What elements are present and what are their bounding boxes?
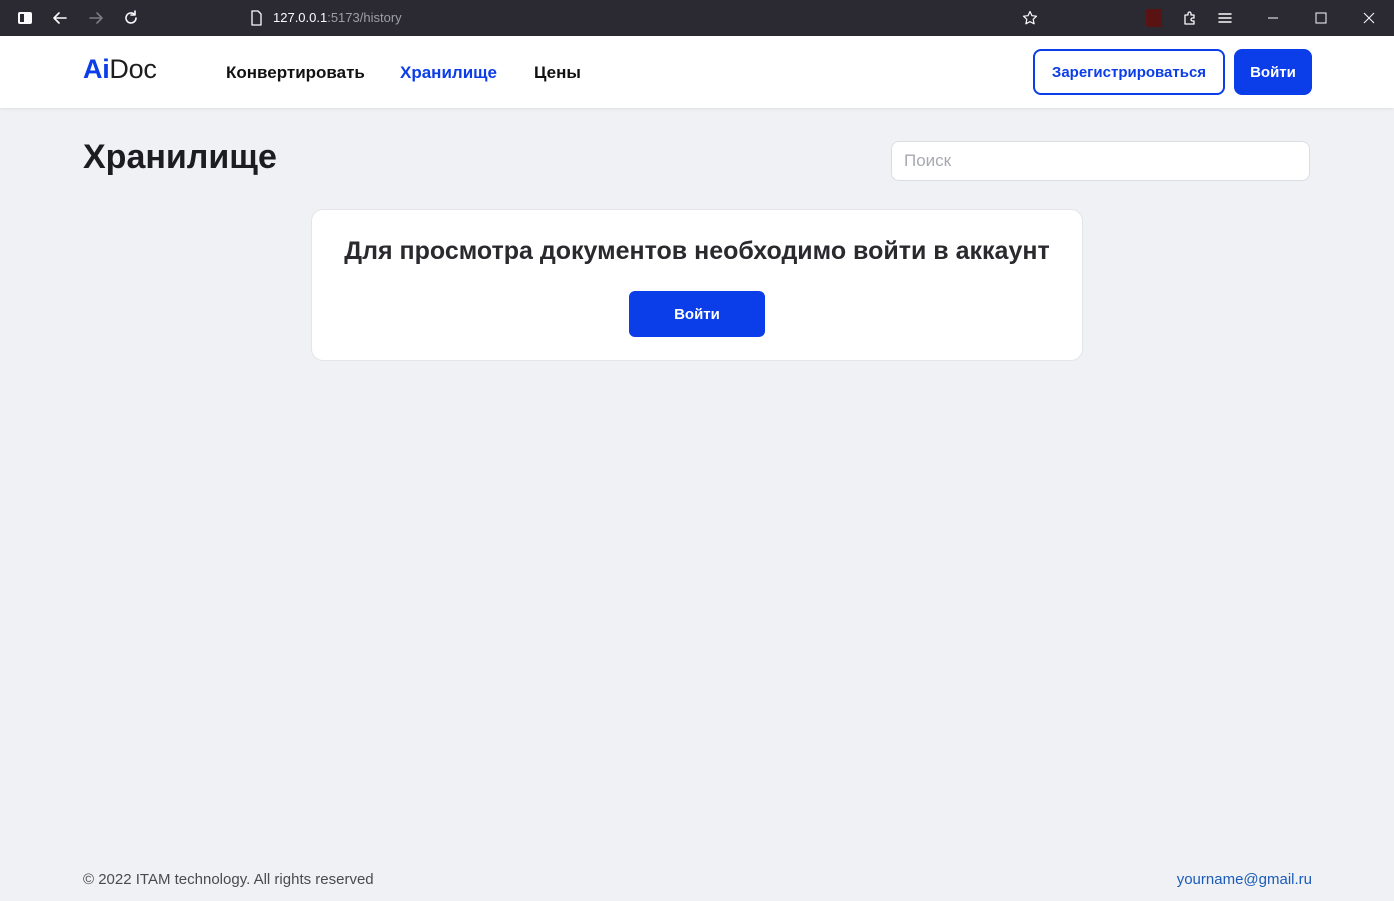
- card-login-button[interactable]: Войти: [629, 291, 765, 337]
- nav-prices[interactable]: Цены: [534, 63, 581, 83]
- header-login-button[interactable]: Войти: [1234, 49, 1312, 95]
- minimize-icon[interactable]: [1250, 0, 1296, 36]
- url-host: 127.0.0.1: [273, 10, 328, 25]
- menu-icon[interactable]: [1213, 6, 1237, 30]
- extensions-puzzle-icon[interactable]: [1178, 6, 1202, 30]
- reload-icon[interactable]: [119, 6, 143, 30]
- nav-storage[interactable]: Хранилище: [400, 63, 497, 83]
- search-input[interactable]: [891, 141, 1310, 181]
- url-bar[interactable]: 127.0.0.1:5173/history: [273, 10, 402, 25]
- site-header: AiDoc Конвертировать Хранилище Цены Заре…: [0, 36, 1394, 108]
- nav-convert[interactable]: Конвертировать: [226, 63, 365, 83]
- register-button[interactable]: Зарегистрироваться: [1033, 49, 1225, 95]
- login-required-card: Для просмотра документов необходимо войт…: [311, 209, 1083, 361]
- logo[interactable]: AiDoc: [83, 54, 157, 85]
- page-icon: [244, 6, 268, 30]
- logo-doc: Doc: [109, 54, 157, 84]
- page-title: Хранилище: [83, 138, 277, 176]
- url-path: :5173/history: [327, 10, 402, 25]
- footer-email-link[interactable]: yourname@gmail.ru: [1177, 871, 1312, 888]
- back-arrow-icon[interactable]: [48, 6, 72, 30]
- forward-arrow-icon[interactable]: [84, 6, 108, 30]
- footer-copyright: © 2022 ITAM technology. All rights reser…: [83, 871, 374, 888]
- close-icon[interactable]: [1346, 0, 1392, 36]
- logo-ai: Ai: [83, 54, 110, 84]
- extension-badge-icon[interactable]: [1146, 9, 1162, 27]
- login-required-message: Для просмотра документов необходимо войт…: [344, 237, 1050, 265]
- browser-toolbar: 127.0.0.1:5173/history: [0, 0, 1394, 36]
- bookmark-star-icon[interactable]: [1018, 6, 1042, 30]
- maximize-icon[interactable]: [1298, 0, 1344, 36]
- sidebar-icon[interactable]: [13, 6, 37, 30]
